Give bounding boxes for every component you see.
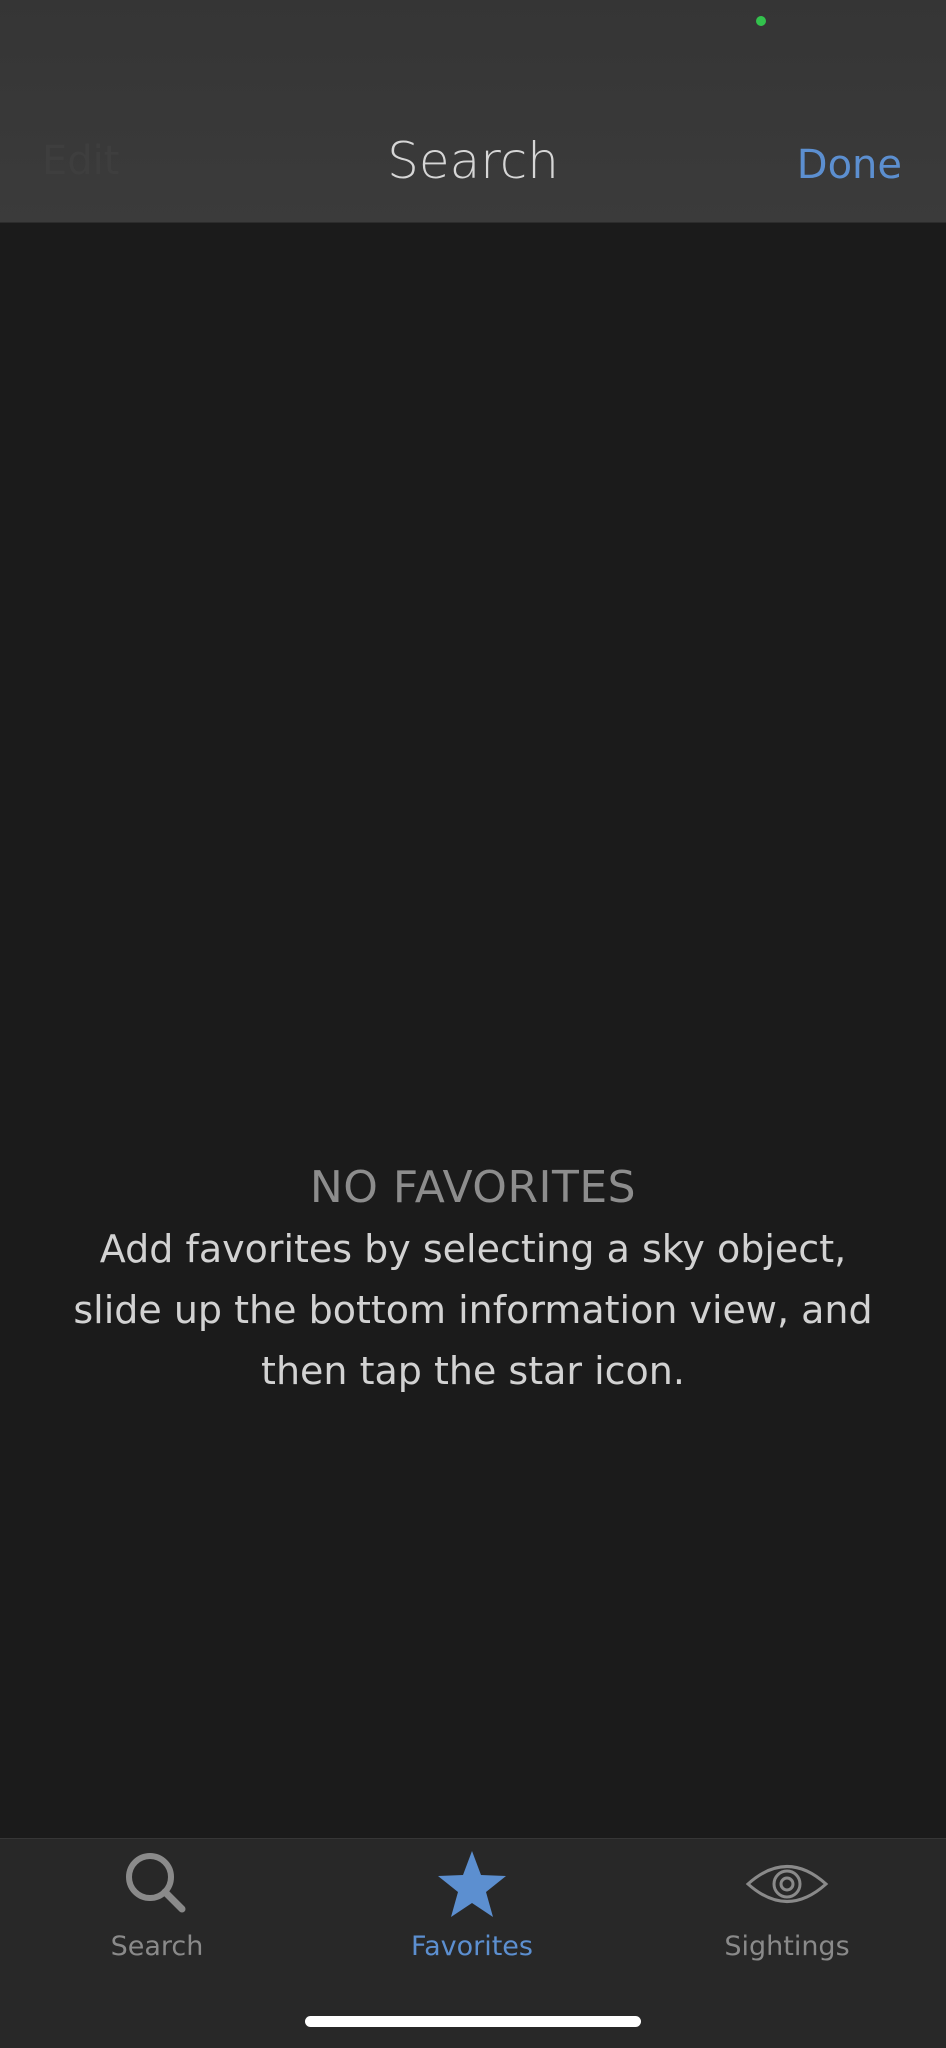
tab-sightings[interactable]: Sightings <box>667 1849 907 1962</box>
tab-search-label: Search <box>110 1931 204 1962</box>
tab-favorites-label: Favorites <box>411 1931 533 1962</box>
navigation-bar: Edit Search Done <box>0 0 946 223</box>
tab-favorites[interactable]: Favorites <box>352 1849 592 1962</box>
status-indicator-dot <box>756 16 766 26</box>
search-icon <box>126 1853 186 1913</box>
tab-sightings-label: Sightings <box>724 1931 850 1962</box>
eye-icon <box>745 1865 829 1903</box>
home-indicator[interactable] <box>305 2016 641 2027</box>
empty-state: NO FAVORITES Add favorites by selecting … <box>0 1162 946 1402</box>
done-button[interactable]: Done <box>797 142 902 188</box>
star-icon <box>438 1851 506 1917</box>
empty-state-message: Add favorites by selecting a sky object,… <box>73 1227 873 1393</box>
app-screen: Edit Search Done NO FAVORITES Add favori… <box>0 0 946 2048</box>
empty-state-title: NO FAVORITES <box>309 1162 637 1213</box>
tab-search[interactable]: Search <box>37 1849 277 1962</box>
